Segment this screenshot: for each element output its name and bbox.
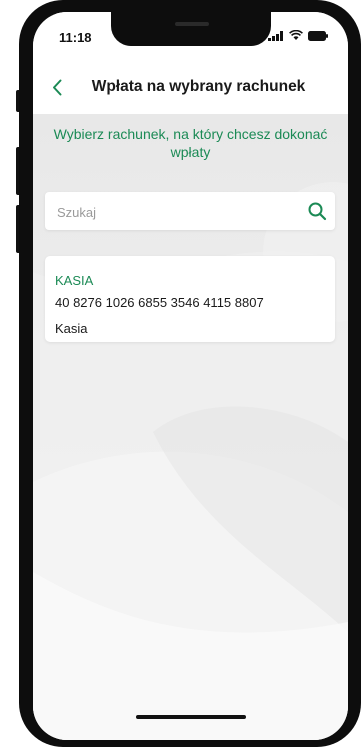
speaker-grille: [175, 22, 209, 26]
stage: 11:18 Wpłata na wybrany rachunek Wybierz…: [0, 0, 361, 747]
search-input[interactable]: [55, 192, 299, 232]
account-name: KASIA: [55, 273, 94, 288]
search-icon[interactable]: [307, 201, 327, 221]
home-indicator: [136, 715, 246, 719]
wifi-icon: [289, 30, 303, 40]
status-bar: 11:18: [33, 12, 348, 62]
account-owner: Kasia: [55, 321, 88, 336]
phone-frame: 11:18 Wpłata na wybrany rachunek Wybierz…: [19, 0, 361, 747]
signal-icon: [268, 30, 283, 41]
battery-icon: [308, 30, 328, 41]
app-header: Wpłata na wybrany rachunek: [33, 62, 348, 114]
account-number: 40 8276 1026 6855 3546 4115 8807: [55, 295, 264, 310]
account-card[interactable]: KASIA 40 8276 1026 6855 3546 4115 8807 K…: [45, 256, 335, 342]
screen: 11:18 Wpłata na wybrany rachunek Wybierz…: [33, 12, 348, 740]
background-pattern: [33, 182, 348, 740]
notch: [111, 12, 271, 46]
status-icons: [268, 30, 328, 41]
page-title: Wpłata na wybrany rachunek: [91, 78, 306, 95]
instruction-text: Wybierz rachunek, na który chcesz dokona…: [53, 126, 328, 160]
status-time: 11:18: [59, 30, 92, 45]
search-box: [45, 192, 335, 232]
